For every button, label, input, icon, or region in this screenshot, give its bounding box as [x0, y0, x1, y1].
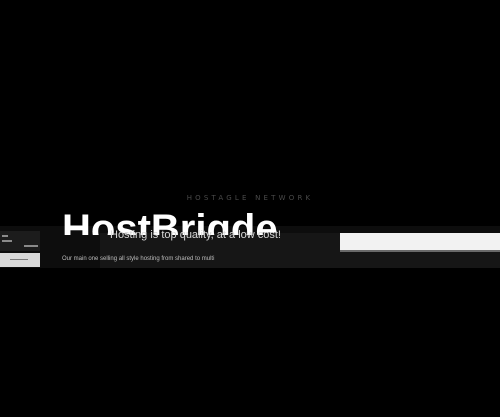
side-card: [0, 231, 40, 251]
side-card-button[interactable]: [0, 253, 40, 267]
hero-tagline: Hosting is top quality, at a low cost!: [110, 229, 281, 241]
domain-search-input[interactable]: [340, 233, 500, 250]
side-card-line: [2, 235, 8, 237]
side-card-line: [24, 245, 38, 247]
page: HOSTAGLE NETWORK HostBrigde Hosting is t…: [0, 0, 500, 417]
hero-subtext: Our main one selling all style hosting f…: [62, 256, 215, 262]
side-card-line: [2, 240, 12, 242]
search-input-underline: [340, 250, 500, 252]
side-card-button-label: [10, 259, 28, 260]
network-label: HOSTAGLE NETWORK: [186, 194, 314, 202]
